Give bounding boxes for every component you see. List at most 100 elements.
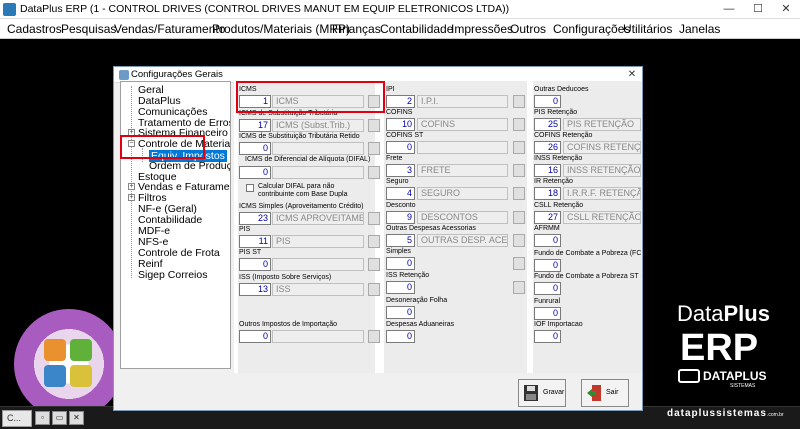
label-iss: ISS (Imposto Sobre Serviços): [239, 274, 332, 281]
menu-configuracoes[interactable]: Configurações: [553, 22, 630, 36]
difal-checkbox[interactable]: [246, 184, 254, 192]
menu-janelas[interactable]: Janelas: [679, 22, 720, 36]
lookup-button[interactable]: [368, 258, 380, 271]
label-simples: Simples: [386, 248, 411, 255]
label-ir-retencao: IR Retenção: [534, 178, 573, 185]
expand-icon[interactable]: +: [128, 183, 135, 190]
lookup-button[interactable]: [513, 141, 525, 154]
taskbar-close-icon[interactable]: ✕: [69, 411, 84, 425]
brand-erp: ERP: [680, 327, 759, 369]
code-cofins-retencao[interactable]: 26: [534, 141, 561, 154]
highlight-tree-selection: [120, 135, 205, 159]
code-simples[interactable]: 0: [386, 257, 415, 270]
desc-icms-st-retido: [272, 142, 364, 155]
code-cofins-st[interactable]: 0: [386, 141, 415, 154]
config-dialog: Configurações Gerais ✕ Geral DataPlus Co…: [113, 66, 643, 411]
code-icms-simples[interactable]: 23: [239, 212, 271, 225]
code-cofins[interactable]: 10: [386, 118, 415, 131]
label-desconto: Desconto: [386, 202, 416, 209]
code-icms-difal[interactable]: 0: [239, 166, 271, 179]
difal-checkbox-label-1: Calcular DIFAL para não: [258, 183, 335, 190]
desc-desconto: DESCONTOS: [417, 211, 508, 224]
code-iss[interactable]: 13: [239, 283, 271, 296]
label-cofins-st: COFINS ST: [386, 132, 424, 139]
desc-cofins-retencao: COFINS RETENÇÃO: [563, 141, 641, 154]
code-pis-retencao[interactable]: 25: [534, 118, 561, 131]
menu-outros[interactable]: Outros: [510, 22, 546, 36]
taskbar-item[interactable]: C...: [2, 410, 32, 427]
menu-produtos-materiais[interactable]: Produtos/Materiais (MRP): [212, 22, 350, 36]
exit-button[interactable]: Sair: [581, 379, 629, 407]
menu-cadastros[interactable]: Cadastros: [7, 22, 62, 36]
desc-cofins-st: [417, 141, 508, 154]
taskbar-restore-icon[interactable]: ▫: [35, 411, 50, 425]
code-fcp[interactable]: 0: [534, 259, 561, 272]
menu-impressoes[interactable]: Impressões: [451, 22, 513, 36]
lookup-button[interactable]: [368, 330, 380, 343]
lookup-button[interactable]: [513, 211, 525, 224]
lookup-button[interactable]: [513, 118, 525, 131]
code-ipi[interactable]: 2: [386, 95, 415, 108]
code-funrural[interactable]: 0: [534, 307, 561, 320]
code-outras-despesas[interactable]: 5: [386, 234, 415, 247]
lookup-button[interactable]: [368, 119, 380, 132]
lookup-button[interactable]: [513, 164, 525, 177]
code-fcp-st[interactable]: 0: [534, 282, 561, 295]
label-csll-retencao: CSLL Retenção: [534, 202, 584, 209]
menu-financas[interactable]: Finanças: [332, 22, 381, 36]
menu-pesquisas[interactable]: Pesquisas: [61, 22, 116, 36]
menu-vendas-faturamento[interactable]: Vendas/Faturamento: [114, 22, 225, 36]
brand-logo-text: DATAPLUS: [703, 369, 767, 383]
code-frete[interactable]: 3: [386, 164, 415, 177]
lookup-button[interactable]: [513, 257, 525, 270]
code-iof-importacao[interactable]: 0: [534, 330, 561, 343]
lookup-button[interactable]: [513, 234, 525, 247]
desc-icms-st: ICMS (Subst.Trib.): [272, 119, 364, 132]
code-pis-st[interactable]: 0: [239, 258, 271, 271]
code-afrmm[interactable]: 0: [534, 234, 561, 247]
code-icms-st-retido[interactable]: 0: [239, 142, 271, 155]
desc-ir-retencao: I.R.R.F. RETENÇÃO: [563, 187, 641, 200]
desc-frete: FRETE: [417, 164, 508, 177]
code-desconto[interactable]: 9: [386, 211, 415, 224]
code-outras-deducoes[interactable]: 0: [534, 95, 561, 108]
code-seguro[interactable]: 4: [386, 187, 415, 200]
code-outros-importacao[interactable]: 0: [239, 330, 271, 343]
lookup-button[interactable]: [368, 166, 380, 179]
lookup-button[interactable]: [368, 212, 380, 225]
label-cofins: COFINS: [386, 109, 413, 116]
menu-contabilidade[interactable]: Contabilidade: [380, 22, 453, 36]
tax-equivalence-panel: ICMS 1 ICMS ICMS de Substituição Tributá…: [234, 81, 641, 373]
code-icms-st[interactable]: 17: [239, 119, 271, 132]
lookup-button[interactable]: [513, 187, 525, 200]
taskbar-maximize-icon[interactable]: ▭: [52, 411, 67, 425]
desc-csll-retencao: CSLL RETENÇÃO: [563, 211, 641, 224]
code-iss-retencao[interactable]: 0: [386, 281, 415, 294]
lookup-button[interactable]: [368, 142, 380, 155]
code-inss-retencao[interactable]: 16: [534, 164, 561, 177]
lookup-button[interactable]: [513, 281, 525, 294]
label-icms-simples: ICMS Simples (Aproveitamento Crédito): [239, 203, 364, 210]
code-csll-retencao[interactable]: 27: [534, 211, 561, 224]
label-ipi: IPI: [386, 86, 395, 93]
menu-utilitarios[interactable]: Utilitários: [623, 22, 672, 36]
floppy-disk-icon: [524, 385, 538, 401]
maximize-icon[interactable]: ☐: [744, 0, 772, 19]
save-button[interactable]: Gravar: [518, 379, 566, 407]
label-icms-difal: ICMS de Diferencial de Alíquota (DIFAL): [245, 156, 371, 163]
highlight-icms-field: [236, 81, 385, 113]
app-icon: [3, 3, 16, 16]
code-despesas-aduaneiras[interactable]: 0: [386, 330, 415, 343]
expand-icon[interactable]: +: [128, 194, 135, 201]
label-fcp-st: Fundo de Combate a Pobreza ST (R: [534, 273, 641, 280]
code-ir-retencao[interactable]: 18: [534, 187, 561, 200]
tree-item-sigep-correios[interactable]: Sigep Correios: [138, 269, 207, 281]
desc-seguro: SEGURO: [417, 187, 508, 200]
code-desoneracao-folha[interactable]: 0: [386, 306, 415, 319]
lookup-button[interactable]: [368, 235, 380, 248]
code-pis[interactable]: 11: [239, 235, 271, 248]
lookup-button[interactable]: [513, 95, 525, 108]
minimize-icon[interactable]: —: [715, 0, 743, 19]
close-icon[interactable]: ✕: [772, 0, 800, 19]
lookup-button[interactable]: [368, 283, 380, 296]
